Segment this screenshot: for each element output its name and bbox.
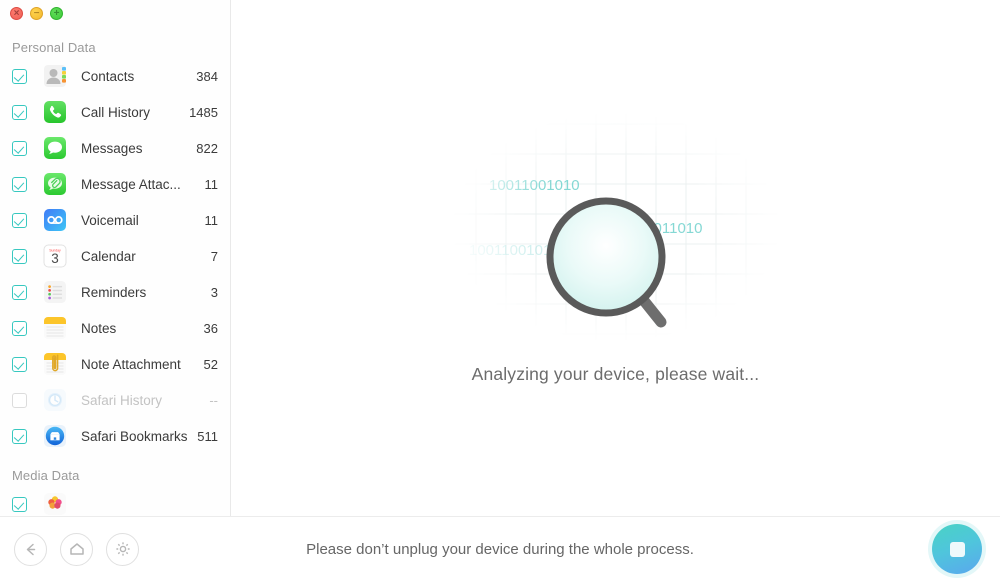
- group-title-personal-data: Personal Data: [12, 40, 96, 55]
- sidebar-item-count: 11: [204, 176, 219, 192]
- sidebar-item-label: Messages: [81, 140, 143, 156]
- sidebar-item-label: Contacts: [81, 68, 135, 84]
- sidebar-item-count: 7: [210, 248, 218, 264]
- close-button[interactable]: ×: [10, 7, 23, 20]
- sidebar-item-label: Notes: [81, 320, 117, 336]
- checkbox-message-attachments[interactable]: [12, 176, 27, 192]
- app-window: × − + Personal Data Contacts 384 Call Hi…: [0, 0, 1000, 581]
- nav-button-group: [14, 532, 139, 566]
- call-history-icon: [43, 100, 67, 124]
- sidebar-item-calendar[interactable]: Sunday 3 Calendar 7: [0, 238, 230, 274]
- sidebar-item-count: 384: [196, 68, 218, 84]
- sidebar-item-photos[interactable]: [0, 486, 230, 516]
- calendar-icon: Sunday 3: [43, 244, 67, 268]
- sidebar-item-label: Call History: [81, 104, 151, 120]
- media-data-list: [0, 486, 230, 516]
- minimize-icon: −: [33, 7, 40, 19]
- sidebar-item-contacts[interactable]: Contacts 384: [0, 58, 230, 94]
- gear-icon: [114, 540, 132, 558]
- main-panel: 10011001010 00 01011010 00010010010 1001…: [231, 0, 1000, 516]
- sidebar-item-count: 1485: [189, 104, 218, 120]
- window-controls: × − +: [10, 7, 63, 20]
- sidebar-item-count: 36: [203, 320, 218, 336]
- checkbox-call-history[interactable]: [12, 104, 27, 120]
- contacts-icon: [43, 64, 67, 88]
- sidebar-item-safari-bookmarks[interactable]: Safari Bookmarks 511: [0, 418, 230, 454]
- sidebar-item-reminders[interactable]: Reminders 3: [0, 274, 230, 310]
- sidebar-item-safari-history[interactable]: Safari History --: [0, 382, 230, 418]
- sidebar-item-label: Calendar: [81, 248, 136, 264]
- messages-icon: [43, 136, 67, 160]
- checkbox-calendar[interactable]: [12, 248, 27, 264]
- reminders-icon: [43, 280, 67, 304]
- checkbox-contacts[interactable]: [12, 68, 27, 84]
- back-button[interactable]: [14, 532, 47, 566]
- sidebar: × − + Personal Data Contacts 384 Call Hi…: [0, 0, 231, 516]
- checkbox-notes[interactable]: [12, 320, 27, 336]
- checkbox-photos[interactable]: [12, 496, 27, 512]
- close-icon: ×: [13, 7, 20, 19]
- checkbox-safari-bookmarks[interactable]: [12, 428, 27, 444]
- checkbox-safari-history[interactable]: [12, 392, 27, 408]
- bottom-status-message: Please don’t unplug your device during t…: [306, 540, 694, 558]
- magnifier-binary-illustration: 10011001010 00 01011010 00010010010 1001…: [450, 112, 781, 342]
- analyzing-status-text: Analyzing your device, please wait...: [471, 364, 760, 384]
- personal-data-list: Contacts 384 Call History 1485 Messages: [0, 58, 230, 454]
- stop-square-icon: [949, 541, 965, 557]
- arrow-left-icon: [22, 541, 39, 558]
- checkbox-voicemail[interactable]: [12, 212, 27, 228]
- sidebar-item-count: 511: [197, 428, 218, 444]
- checkbox-reminders[interactable]: [12, 284, 27, 300]
- maximize-button[interactable]: +: [50, 7, 63, 20]
- sidebar-item-count: 11: [204, 212, 219, 228]
- sidebar-item-count: --: [209, 392, 218, 408]
- home-icon: [68, 540, 86, 558]
- svg-text:3: 3: [51, 251, 59, 266]
- sidebar-item-count: 3: [210, 284, 218, 300]
- minimize-button[interactable]: −: [30, 7, 43, 20]
- photos-icon: [43, 492, 67, 516]
- sidebar-item-note-attachment[interactable]: Note Attachment 52: [0, 346, 230, 382]
- voicemail-icon: [43, 208, 67, 232]
- checkbox-note-attachment[interactable]: [12, 356, 27, 372]
- home-button[interactable]: [60, 532, 93, 566]
- message-attachments-icon: [43, 172, 67, 196]
- sidebar-item-count: 52: [203, 356, 218, 372]
- note-attachment-icon: [43, 352, 67, 376]
- sidebar-item-label: Safari History: [81, 392, 163, 408]
- sidebar-item-label: Reminders: [81, 284, 147, 300]
- maximize-icon: +: [53, 7, 60, 19]
- safari-bookmarks-icon: [43, 424, 67, 448]
- sidebar-item-label: Message Attac...: [81, 176, 181, 192]
- notes-icon: [43, 316, 67, 340]
- checkbox-messages[interactable]: [12, 140, 27, 156]
- safari-history-icon: [43, 388, 67, 412]
- sidebar-item-messages[interactable]: Messages 822: [0, 130, 230, 166]
- sidebar-item-notes[interactable]: Notes 36: [0, 310, 230, 346]
- sidebar-item-label: Note Attachment: [81, 356, 181, 372]
- settings-button[interactable]: [106, 532, 139, 566]
- sidebar-item-label: Safari Bookmarks: [81, 428, 188, 444]
- sidebar-item-label: Voicemail: [81, 212, 139, 228]
- sidebar-item-count: 822: [196, 140, 218, 156]
- sidebar-item-voicemail[interactable]: Voicemail 11: [0, 202, 230, 238]
- group-title-media-data: Media Data: [12, 468, 80, 483]
- sidebar-item-call-history[interactable]: Call History 1485: [0, 94, 230, 130]
- bottom-bar: Please don’t unplug your device during t…: [0, 516, 1000, 581]
- stop-button[interactable]: [932, 524, 982, 574]
- sidebar-item-message-attachments[interactable]: Message Attac... 11: [0, 166, 230, 202]
